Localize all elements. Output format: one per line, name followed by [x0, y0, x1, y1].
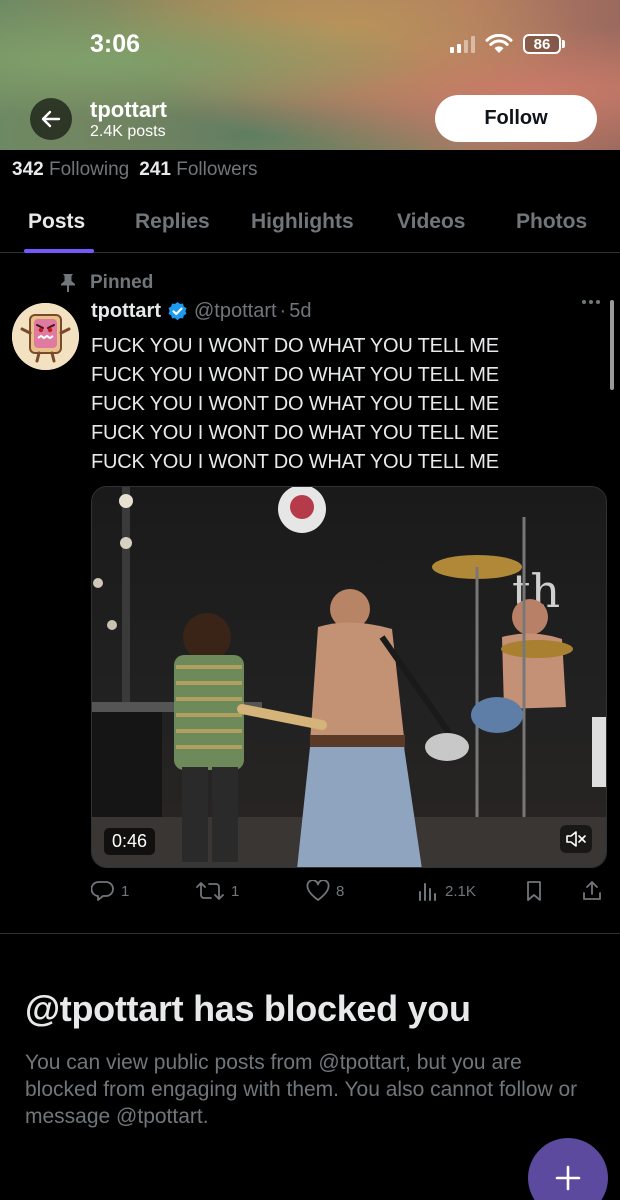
following-link[interactable]: 342 Following: [12, 159, 129, 180]
tab-videos[interactable]: Videos: [397, 210, 465, 234]
active-tab-indicator: [24, 249, 94, 253]
post-time[interactable]: 5d: [289, 300, 311, 323]
pinned-label: Pinned: [90, 272, 154, 293]
poptart-avatar-icon: [12, 303, 79, 370]
post-video[interactable]: th 0:46: [91, 486, 607, 868]
tab-photos[interactable]: Photos: [516, 210, 587, 234]
post-text-line: FUCK YOU I WONT DO WHAT YOU TELL ME: [91, 364, 499, 386]
arrow-left-icon: [41, 110, 61, 128]
status-time: 3:06: [90, 30, 141, 58]
post-text-line: FUCK YOU I WONT DO WHAT YOU TELL ME: [91, 393, 499, 415]
bookmark-icon: [527, 881, 541, 901]
bookmark-button[interactable]: [524, 880, 544, 902]
tab-highlights[interactable]: Highlights: [251, 210, 354, 234]
section-divider: [0, 933, 620, 934]
post-header: tpottart @tpottart · 5d: [91, 300, 311, 323]
mute-button[interactable]: [560, 825, 592, 853]
mute-icon: [566, 831, 586, 847]
battery-level: 86: [523, 34, 561, 54]
status-icons: 86: [450, 34, 565, 54]
avatar[interactable]: [12, 303, 79, 370]
verified-badge-icon: [168, 301, 187, 321]
profile-posts-count: 2.4K posts: [90, 123, 166, 140]
profile-name: tpottart: [90, 97, 167, 122]
video-duration: 0:46: [104, 828, 156, 855]
cellular-signal-icon: [450, 35, 475, 53]
analytics-icon: [419, 883, 436, 901]
more-dots-icon[interactable]: [582, 300, 600, 304]
scrollbar[interactable]: [610, 300, 614, 390]
pinned-indicator: Pinned: [60, 272, 153, 294]
reply-count: 1: [121, 882, 130, 900]
post-text: FUCK YOU I WONT DO WHAT YOU TELL ME FUCK…: [91, 332, 499, 477]
profile-tabs: Posts Replies Highlights Videos Photos: [0, 195, 620, 253]
plus-icon: [555, 1165, 581, 1191]
repost-icon: [196, 882, 224, 900]
post-text-line: FUCK YOU I WONT DO WHAT YOU TELL ME: [91, 335, 499, 357]
share-icon: [583, 881, 601, 900]
post-text-line: FUCK YOU I WONT DO WHAT YOU TELL ME: [91, 451, 499, 473]
reply-button[interactable]: 1: [91, 880, 129, 902]
reply-icon: [91, 881, 114, 901]
follow-stats: 342 Following 241 Followers: [12, 159, 258, 181]
follow-button[interactable]: Follow: [435, 95, 597, 142]
blocked-description: You can view public posts from @tpottart…: [25, 1051, 578, 1128]
repost-count: 1: [231, 882, 240, 900]
like-count: 8: [336, 882, 345, 900]
blocked-title: @tpottart has blocked you: [25, 988, 471, 1029]
post-author-name[interactable]: tpottart: [91, 300, 161, 323]
back-button[interactable]: [30, 98, 72, 140]
repost-button[interactable]: 1: [195, 880, 239, 902]
battery-icon: 86: [523, 34, 565, 54]
post-author-handle[interactable]: @tpottart: [194, 300, 277, 323]
tab-replies[interactable]: Replies: [135, 210, 210, 234]
concert-video-thumbnail: th: [92, 487, 606, 867]
post-actions: 1 1 8 2.1K: [91, 880, 611, 910]
tab-posts[interactable]: Posts: [28, 210, 85, 234]
views-count: 2.1K: [445, 882, 476, 900]
wifi-icon: [485, 34, 513, 53]
handle-separator: ·: [279, 300, 287, 322]
views-button[interactable]: 2.1K: [417, 880, 476, 902]
like-button[interactable]: 8: [306, 880, 344, 902]
followers-link[interactable]: 241 Followers: [139, 159, 257, 180]
pin-icon: [61, 274, 75, 292]
post-text-line: FUCK YOU I WONT DO WHAT YOU TELL ME: [91, 422, 499, 444]
share-button[interactable]: [581, 880, 603, 902]
heart-icon: [306, 880, 330, 901]
compose-button[interactable]: [528, 1138, 608, 1200]
